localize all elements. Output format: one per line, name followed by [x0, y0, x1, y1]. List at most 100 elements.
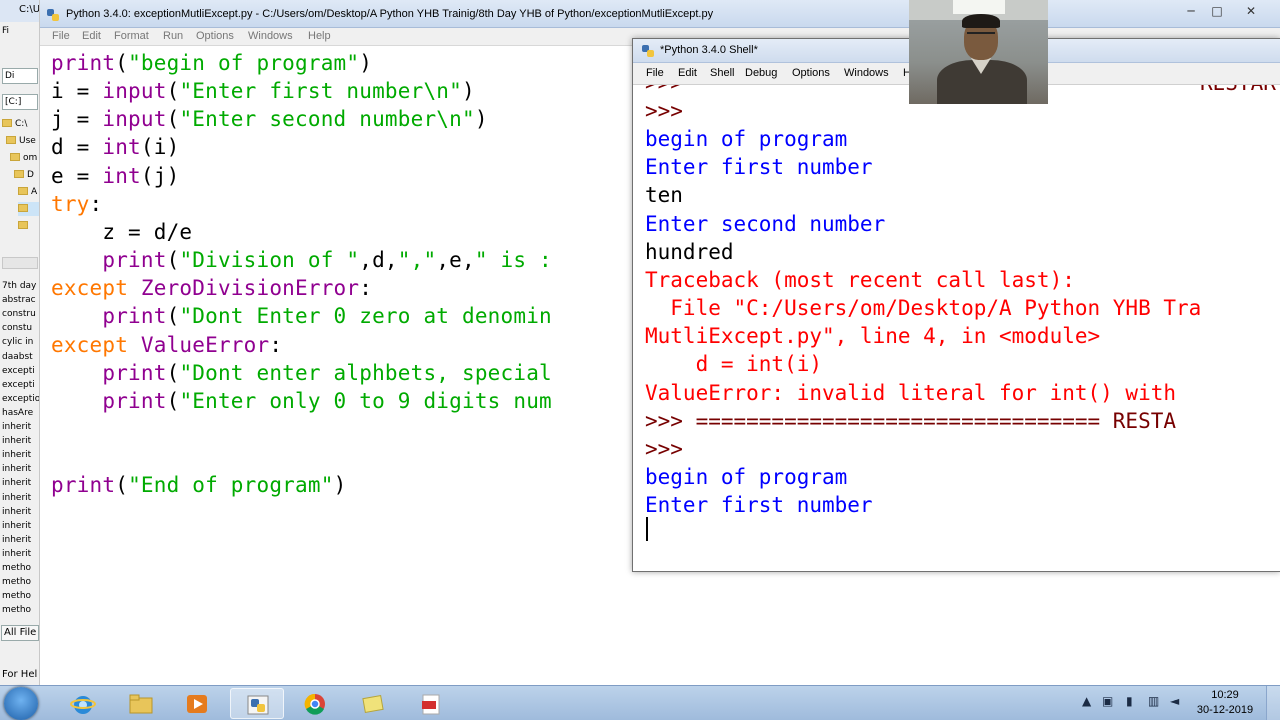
editor-menu-edit[interactable]: Edit: [82, 30, 101, 42]
code-token: ): [359, 51, 373, 75]
shell-window[interactable]: *Python 3.4.0 Shell* File Edit Shell Deb…: [632, 38, 1280, 572]
tray-volume-icon[interactable]: ◄: [1170, 694, 1179, 708]
explorer-file-item[interactable]: excepti: [2, 364, 39, 378]
code-token: "Enter only 0 to 9 digits num: [179, 388, 552, 413]
explorer-file-item[interactable]: hasAre: [2, 406, 39, 420]
presenter-hair: [962, 14, 1000, 28]
shell-output-area[interactable]: >>> RESTAR >>> begin of program Enter firs…: [633, 85, 1280, 571]
taskbar-media-player[interactable]: [170, 688, 224, 719]
taskbar-chrome[interactable]: [288, 688, 342, 719]
code-line: print("End of program"): [51, 471, 346, 499]
explorer-tree-item[interactable]: Use: [6, 134, 39, 148]
explorer-file-item[interactable]: inherit: [2, 476, 39, 490]
explorer-file-item[interactable]: inherit: [2, 448, 39, 462]
folder-icon: [18, 204, 28, 212]
editor-menu-help[interactable]: Help: [308, 30, 331, 42]
explorer-tree-item[interactable]: D: [14, 168, 39, 182]
editor-menu-file[interactable]: File: [52, 30, 70, 42]
shell-menu-edit[interactable]: Edit: [678, 67, 697, 79]
start-button[interactable]: [4, 687, 38, 720]
code-token: (: [115, 473, 129, 498]
editor-minimize-button[interactable]: ─: [1178, 2, 1204, 20]
explorer-file-item[interactable]: metho: [2, 589, 39, 603]
editor-menu-run[interactable]: Run: [163, 30, 183, 42]
explorer-tree-label: Use: [19, 136, 36, 146]
explorer-file-item[interactable]: inherit: [2, 547, 39, 561]
tray-signal-icon[interactable]: ▥: [1148, 694, 1159, 708]
explorer-file-item[interactable]: inherit: [2, 491, 39, 505]
editor-titlebar[interactable]: Python 3.4.0: exceptionMutliExcept.py - …: [40, 0, 1280, 28]
code-token: :: [359, 276, 373, 301]
taskbar-internet-explorer[interactable]: [56, 688, 110, 719]
clock-time[interactable]: 10:29: [1200, 689, 1250, 701]
desktop-screen: C:\U Fi Di [C:] C:\ Use om D A 7th day abstra…: [0, 0, 1280, 720]
explorer-file-item[interactable]: inherit: [2, 462, 39, 476]
media-player-icon: [187, 695, 207, 713]
editor-maximize-button[interactable]: □: [1204, 2, 1230, 20]
show-desktop-button[interactable]: [1266, 686, 1280, 720]
tray-battery-icon[interactable]: ▮: [1126, 694, 1133, 708]
explorer-file-item[interactable]: cylic in: [2, 335, 39, 349]
explorer-file-item[interactable]: inherit: [2, 533, 39, 547]
explorer-file-item[interactable]: exceptio: [2, 392, 39, 406]
explorer-file-item[interactable]: constu: [2, 321, 39, 335]
code-token: j =: [51, 107, 103, 132]
code-token: (j): [140, 163, 180, 188]
taskbar-pdf[interactable]: [404, 688, 458, 719]
explorer-tree-item[interactable]: om: [10, 151, 39, 165]
explorer-tree-item[interactable]: A: [18, 185, 39, 199]
code-token: except: [51, 276, 141, 301]
editor-close-button[interactable]: ✕: [1238, 2, 1264, 20]
shell-menu-debug[interactable]: Debug: [745, 67, 777, 79]
explorer-horizontal-scrollbar[interactable]: [2, 257, 38, 269]
explorer-file-item[interactable]: abstrac: [2, 293, 39, 307]
explorer-dir-label[interactable]: Di: [2, 68, 38, 84]
explorer-file-item[interactable]: inherit: [2, 420, 39, 434]
explorer-file-item[interactable]: 7th day: [2, 279, 39, 293]
shell-menu-windows[interactable]: Windows: [844, 67, 889, 79]
explorer-file-item[interactable]: constru: [2, 307, 39, 321]
shell-menu-shell[interactable]: Shell: [710, 67, 734, 79]
explorer-tree-item[interactable]: [18, 219, 39, 233]
folder-icon: [2, 119, 12, 127]
folder-icon: [129, 694, 153, 714]
code-line: print("Dont enter alphbets, special: [51, 359, 552, 387]
explorer-file-item[interactable]: inherit: [2, 505, 39, 519]
taskbar-file-explorer[interactable]: [114, 688, 168, 719]
background-explorer-window: C:\U Fi Di [C:] C:\ Use om D A 7th day abstra…: [0, 0, 40, 685]
explorer-file-item[interactable]: inherit: [2, 519, 39, 533]
code-token: except: [51, 332, 141, 357]
clock-date[interactable]: 30-12-2019: [1196, 704, 1254, 716]
editor-menu-options[interactable]: Options: [196, 30, 234, 42]
taskbar-python-idle[interactable]: [230, 688, 284, 719]
explorer-menu-fi[interactable]: Fi: [2, 24, 39, 38]
explorer-tree-item[interactable]: [18, 202, 39, 216]
editor-menu-windows[interactable]: Windows: [248, 30, 293, 42]
code-line: except ZeroDivisionError:: [51, 274, 372, 302]
explorer-file-item[interactable]: metho: [2, 603, 39, 617]
text-cursor: [646, 517, 648, 541]
explorer-drive-select[interactable]: [C:]: [2, 94, 38, 110]
taskbar-notes[interactable]: [346, 688, 400, 719]
shell-menu-file[interactable]: File: [646, 67, 664, 79]
explorer-file-item[interactable]: excepti: [2, 378, 39, 392]
webcam-overlay: [909, 0, 1048, 104]
explorer-file-filter[interactable]: All File: [1, 625, 39, 641]
pdf-icon: [422, 694, 440, 715]
explorer-file-item[interactable]: inherit: [2, 434, 39, 448]
editor-menu-format[interactable]: Format: [114, 30, 149, 42]
explorer-tree-item[interactable]: C:\: [2, 117, 39, 131]
shell-menu-options[interactable]: Options: [792, 67, 830, 79]
shell-line: ten: [645, 183, 683, 208]
shell-line: File "C:/Users/om/Desktop/A Python YHB T…: [645, 296, 1202, 321]
python-icon: [47, 9, 59, 21]
explorer-file-item[interactable]: metho: [2, 561, 39, 575]
tray-expand-icon[interactable]: ▲: [1082, 694, 1091, 708]
explorer-file-item[interactable]: metho: [2, 575, 39, 589]
folder-icon: [18, 221, 28, 229]
tray-network-icon[interactable]: ▣: [1102, 694, 1113, 708]
shell-line: Traceback (most recent call last):: [645, 267, 1075, 292]
code-token: ,d,: [359, 248, 398, 273]
explorer-file-item[interactable]: daabst: [2, 350, 39, 364]
